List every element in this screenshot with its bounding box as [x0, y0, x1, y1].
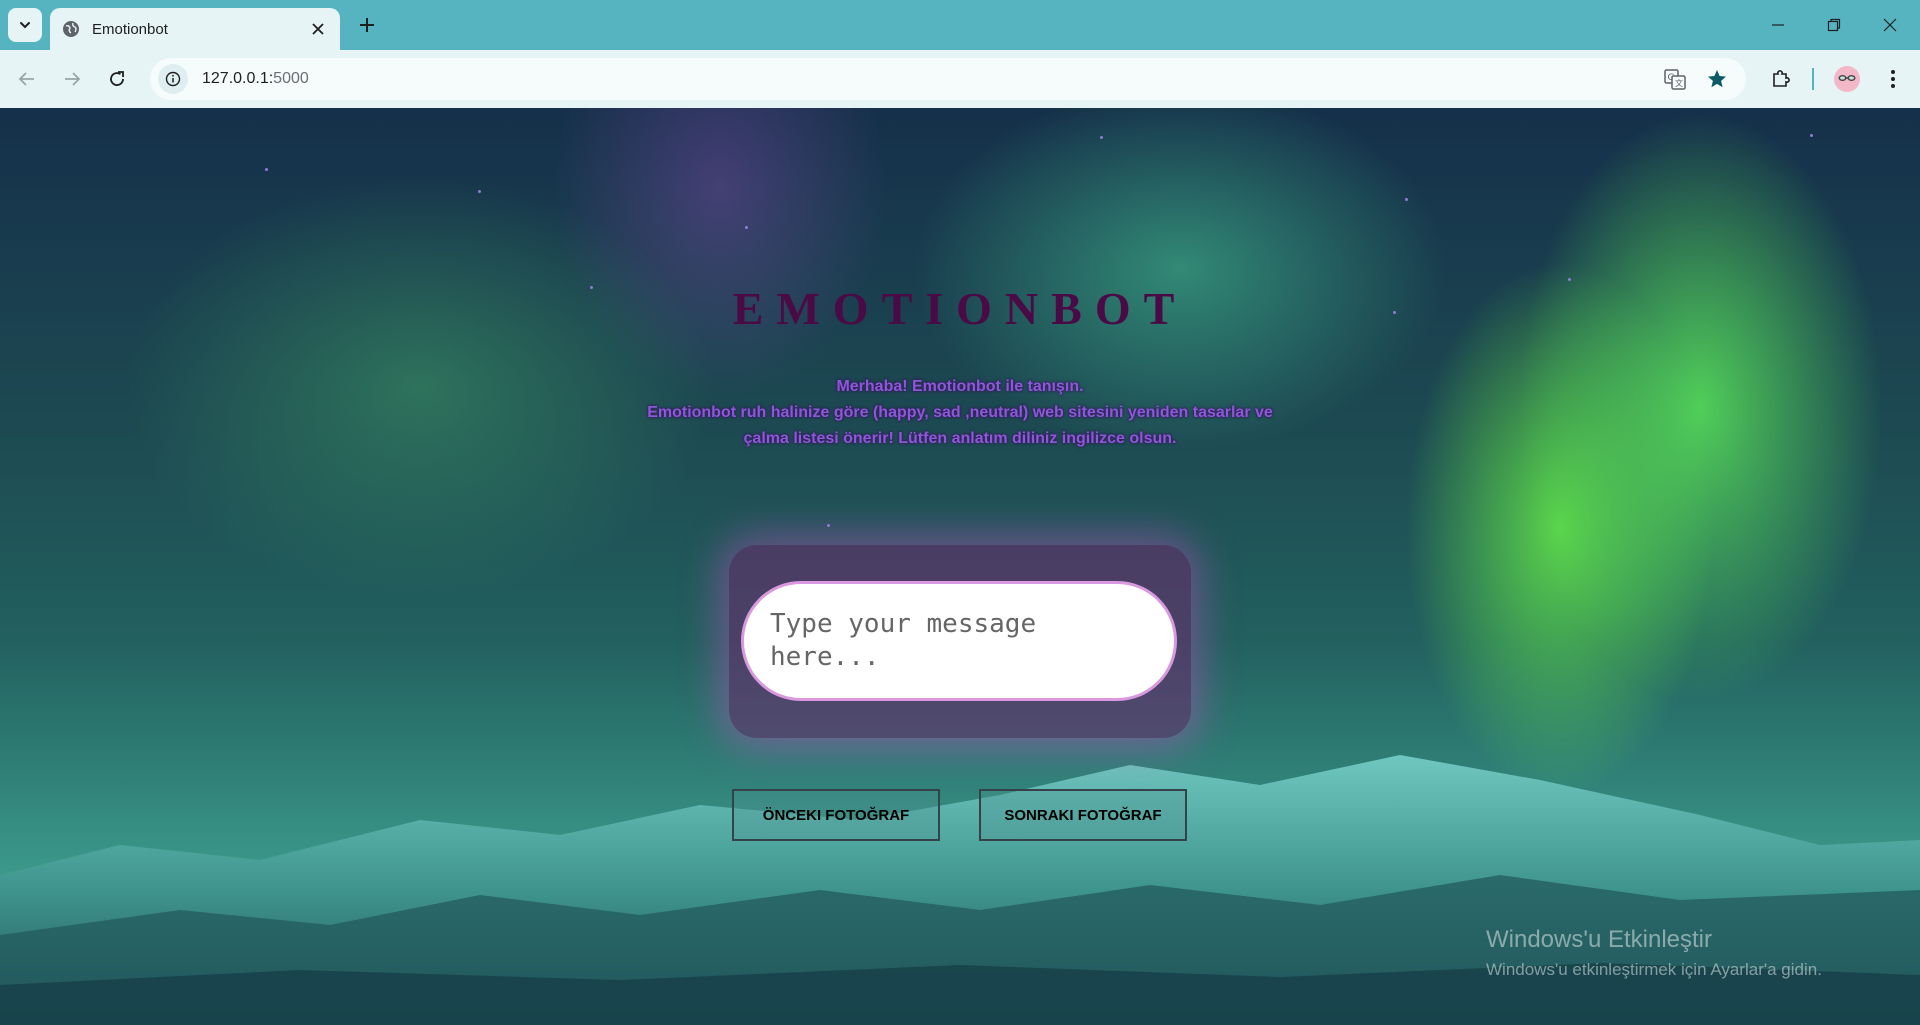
- avatar-icon: [1834, 66, 1860, 92]
- arrow-right-icon: [65, 72, 81, 86]
- intro-line: Emotionbot ruh halinize göre (happy, sad…: [647, 404, 1273, 421]
- tab-search-button[interactable]: [8, 8, 42, 42]
- url-port: 5000: [273, 70, 309, 87]
- minimize-icon: [1772, 24, 1784, 26]
- browser-menu-button[interactable]: [1876, 62, 1910, 96]
- site-info-icon[interactable]: [158, 64, 188, 94]
- previous-photo-button[interactable]: ÖNCEKI FOTOĞRAF: [732, 789, 940, 841]
- kebab-menu-icon: [1891, 70, 1895, 88]
- reload-button[interactable]: [100, 62, 134, 96]
- bookmark-star-icon[interactable]: [1702, 64, 1732, 94]
- globe-icon: [62, 20, 80, 38]
- chevron-down-icon: [20, 22, 30, 29]
- message-input[interactable]: [741, 581, 1177, 701]
- new-tab-button[interactable]: [352, 10, 382, 40]
- intro-text: Merhaba! Emotionbot ile tanışın. Emotion…: [600, 374, 1320, 452]
- profile-avatar[interactable]: [1830, 62, 1864, 96]
- url-host: 127.0.0.1:: [202, 70, 274, 87]
- tab-strip: Emotionbot: [0, 0, 1920, 50]
- address-bar[interactable]: 127.0.0.1: 5000 G文: [150, 58, 1746, 100]
- page-viewport: EMOTIONBOT Merhaba! Emotionbot ile tanış…: [0, 108, 1920, 1025]
- reload-icon: [110, 71, 124, 86]
- minimize-button[interactable]: [1750, 0, 1806, 50]
- svg-text:文: 文: [1675, 78, 1683, 88]
- back-button[interactable]: [10, 62, 44, 96]
- tab-title: Emotionbot: [92, 20, 168, 38]
- translate-icon[interactable]: G文: [1660, 64, 1690, 94]
- restore-button[interactable]: [1806, 0, 1862, 50]
- plus-icon: [360, 18, 374, 32]
- intro-line: çalma listesi önerir! Lütfen anlatım dil…: [743, 430, 1177, 447]
- close-window-button[interactable]: [1862, 0, 1918, 50]
- next-photo-button[interactable]: SONRAKI FOTOĞRAF: [979, 789, 1187, 841]
- browser-toolbar: 127.0.0.1: 5000 G文: [0, 50, 1920, 108]
- toolbar-divider: [1812, 68, 1814, 90]
- watermark-title: Windows'u Etkinleştir: [1486, 926, 1712, 953]
- page-title: EMOTIONBOT: [732, 283, 1188, 334]
- intro-line: Merhaba! Emotionbot ile tanışın.: [836, 378, 1084, 395]
- close-tab-icon[interactable]: [306, 17, 330, 41]
- restore-icon: [1827, 18, 1841, 32]
- chat-box: [729, 545, 1191, 738]
- background-mountains: [0, 755, 1920, 1025]
- windows-activation-watermark: Windows'u Etkinleştir Windows'u etkinleş…: [1486, 926, 1822, 980]
- arrow-left-icon: [18, 72, 34, 86]
- forward-button[interactable]: [55, 62, 89, 96]
- watermark-subtitle: Windows'u etkinleştirmek için Ayarlar'a …: [1486, 960, 1822, 979]
- close-icon: [1883, 18, 1897, 32]
- tab-emotionbot[interactable]: Emotionbot: [50, 8, 340, 50]
- extensions-puzzle-icon[interactable]: [1764, 62, 1798, 96]
